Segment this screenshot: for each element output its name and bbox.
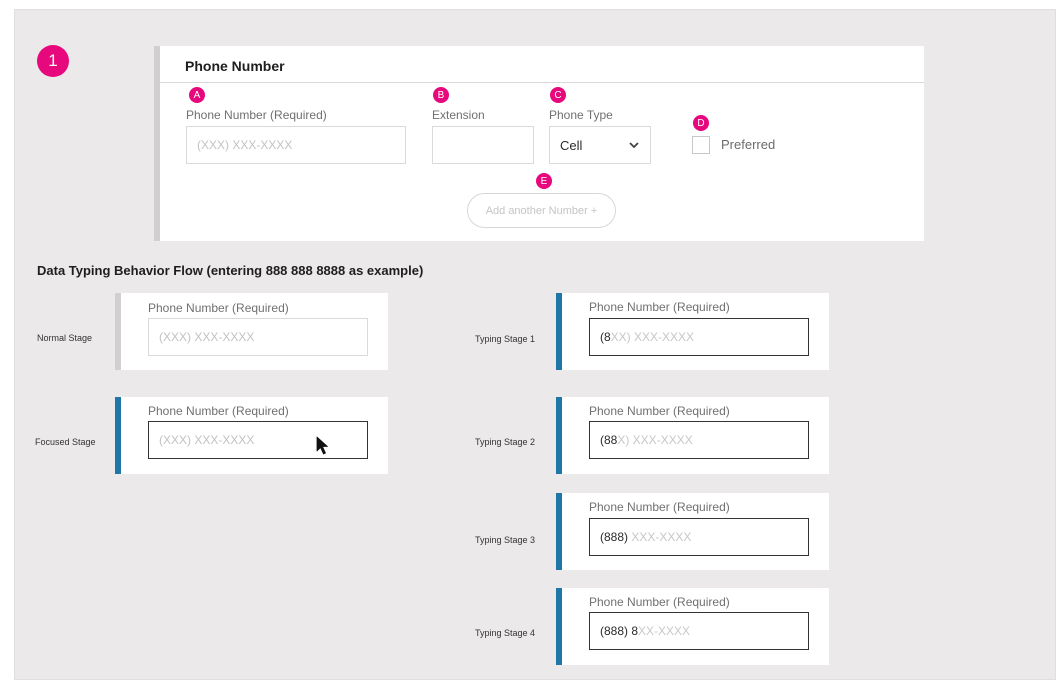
normal-stage-field-label: Phone Number (Required) xyxy=(148,301,289,315)
phone-type-select[interactable]: Cell xyxy=(549,126,651,164)
typing-stage-4-mask: XX-XXXX xyxy=(638,624,691,638)
focused-stage-input[interactable]: (XXX) XXX-XXXX xyxy=(148,421,368,459)
annotation-marker-e: E xyxy=(536,173,552,189)
panel-divider xyxy=(160,82,924,83)
phone-number-input[interactable]: (XXX) XXX-XXXX xyxy=(186,126,406,164)
typing-stage-3-label: Typing Stage 3 xyxy=(475,535,536,545)
mouse-pointer-icon xyxy=(316,436,330,456)
typing-stage-2-input[interactable]: (88 X) XXX-XXXX xyxy=(589,421,809,459)
annotation-marker-a: A xyxy=(189,87,205,103)
typing-stage-1-mask: XX) XXX-XXXX xyxy=(610,330,695,344)
annotation-marker-d: D xyxy=(693,115,709,131)
phone-number-label: Phone Number (Required) xyxy=(186,108,327,122)
normal-stage-label: Normal Stage xyxy=(37,333,93,343)
phone-type-label: Phone Type xyxy=(549,108,613,122)
typing-stage-2-label: Typing Stage 2 xyxy=(475,437,536,447)
focused-stage-label: Focused Stage xyxy=(35,437,96,447)
typing-stage-1-input[interactable]: (8 XX) XXX-XXXX xyxy=(589,318,809,356)
typing-stage-3-mask: XXX-XXXX xyxy=(628,530,692,544)
step-badge: 1 xyxy=(37,45,69,77)
normal-stage-input[interactable]: (XXX) XXX-XXXX xyxy=(148,318,368,356)
preferred-label: Preferred xyxy=(721,137,776,152)
panel-title: Phone Number xyxy=(185,58,285,74)
typing-stage-4-label: Typing Stage 4 xyxy=(475,628,536,638)
typing-stage-4-typed: (888) 8 xyxy=(600,624,639,638)
typing-stage-1-field-label: Phone Number (Required) xyxy=(589,300,730,314)
flow-title: Data Typing Behavior Flow (entering 888 … xyxy=(37,263,424,278)
typing-stage-4-field-label: Phone Number (Required) xyxy=(589,595,730,609)
normal-stage-placeholder: (XXX) XXX-XXXX xyxy=(159,330,255,344)
typing-stage-4-input[interactable]: (888) 8 XX-XXXX xyxy=(589,612,809,650)
extension-label: Extension xyxy=(432,108,485,122)
add-another-number-button[interactable]: Add another Number + xyxy=(467,193,616,228)
typing-stage-3-input[interactable]: (888) XXX-XXXX xyxy=(589,518,809,556)
focused-stage-field-label: Phone Number (Required) xyxy=(148,404,289,418)
focused-stage-placeholder: (XXX) XXX-XXXX xyxy=(159,433,255,447)
chevron-down-icon xyxy=(628,139,640,151)
phone-type-value: Cell xyxy=(560,137,583,153)
typing-stage-2-field-label: Phone Number (Required) xyxy=(589,404,730,418)
annotation-marker-b: B xyxy=(433,87,449,103)
typing-stage-3-field-label: Phone Number (Required) xyxy=(589,500,730,514)
typing-stage-1-label: Typing Stage 1 xyxy=(475,334,536,344)
annotation-marker-c: C xyxy=(550,87,566,103)
typing-stage-1-typed: (8 xyxy=(600,330,611,344)
typing-stage-3-typed: (888) xyxy=(600,530,629,544)
extension-input[interactable] xyxy=(432,126,534,164)
typing-stage-2-typed: (88 xyxy=(600,433,618,447)
phone-number-placeholder: (XXX) XXX-XXXX xyxy=(197,138,293,152)
typing-stage-2-mask: X) XXX-XXXX xyxy=(617,433,693,447)
preferred-checkbox[interactable] xyxy=(692,136,710,154)
